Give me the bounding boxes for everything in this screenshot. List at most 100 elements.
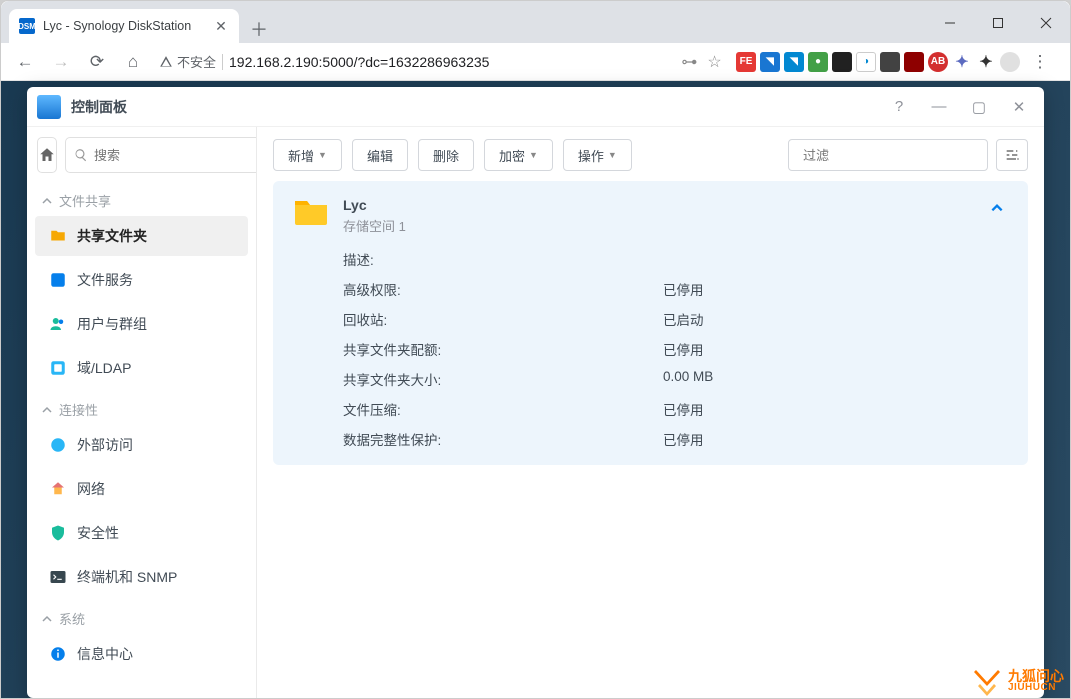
caret-down-icon: ▼ (318, 150, 327, 160)
sidebar-item-terminal-snmp[interactable]: 终端机和 SNMP (35, 557, 248, 597)
watermark-text-en: JIUHUCN (1008, 683, 1064, 693)
caret-down-icon: ▼ (529, 150, 538, 160)
back-button[interactable]: ← (9, 48, 41, 76)
page-viewport: 控制面板 ? — ▢ ✕ (1, 81, 1070, 698)
detail-value: 已停用 (663, 339, 1008, 359)
sidebar-home-button[interactable] (37, 137, 57, 173)
chevron-up-icon (41, 613, 53, 625)
extensions-menu-icon[interactable]: ✦ (976, 52, 996, 72)
search-icon (74, 148, 88, 162)
tab-title: Lyc - Synology DiskStation (43, 19, 205, 33)
close-window-button[interactable] (1026, 9, 1066, 37)
extension-icon[interactable]: AB (928, 52, 948, 72)
detail-label: 共享文件夹大小: (343, 369, 663, 389)
insecure-label: 不安全 (177, 52, 216, 71)
forward-button[interactable]: → (45, 48, 77, 76)
dsm-minimize-button[interactable]: — (924, 92, 954, 122)
dsm-maximize-button[interactable]: ▢ (964, 92, 994, 122)
help-button[interactable]: ? (884, 92, 914, 122)
extension-icon[interactable] (832, 52, 852, 72)
folder-icon (293, 197, 329, 227)
detail-value: 0.00 MB (663, 369, 1008, 389)
chevron-up-icon (41, 195, 53, 207)
extension-icon[interactable]: ◑ (856, 52, 876, 72)
extension-icon[interactable] (904, 52, 924, 72)
dsm-close-button[interactable]: ✕ (1004, 92, 1034, 122)
extension-icon[interactable]: ● (808, 52, 828, 72)
sidebar-item-users-groups[interactable]: 用户与群组 (35, 304, 248, 344)
users-icon (49, 315, 67, 333)
extension-icon[interactable] (880, 52, 900, 72)
file-service-icon (49, 271, 67, 289)
detail-value (663, 249, 1008, 269)
folder-volume: 存储空间 1 (343, 216, 972, 235)
sidebar-item-domain-ldap[interactable]: 域/LDAP (35, 348, 248, 388)
extension-icon[interactable]: ✦ (952, 52, 972, 72)
detail-label: 共享文件夹配额: (343, 339, 663, 359)
extension-icon[interactable]: ◥ (760, 52, 780, 72)
edit-button[interactable]: 编辑 (352, 139, 408, 171)
watermark-text-cn: 九狐问心 (1008, 669, 1064, 683)
sidebar-item-shared-folder[interactable]: 共享文件夹 (35, 216, 248, 256)
dsm-window: 控制面板 ? — ▢ ✕ (27, 87, 1044, 698)
browser-menu-button[interactable]: ⋮ (1024, 48, 1056, 76)
extension-icon[interactable]: ◥ (784, 52, 804, 72)
collapse-button[interactable] (986, 197, 1008, 222)
sidebar-item-info-center[interactable]: 信息中心 (35, 634, 248, 674)
folder-icon (49, 227, 67, 245)
detail-label: 高级权限: (343, 279, 663, 299)
new-button[interactable]: 新增▼ (273, 139, 342, 171)
url-box[interactable]: 不安全 192.168.2.190:5000/?dc=1632286963235 (153, 52, 673, 71)
sliders-icon (1004, 147, 1020, 163)
sidebar-section-connectivity[interactable]: 连接性 (27, 390, 256, 423)
reload-button[interactable]: ⟳ (81, 48, 113, 76)
folder-name: Lyc (343, 197, 972, 213)
maximize-button[interactable] (978, 9, 1018, 37)
domain-icon (49, 359, 67, 377)
filter-box[interactable] (788, 139, 988, 171)
globe-icon (49, 436, 67, 454)
sidebar-item-file-service[interactable]: 文件服务 (35, 260, 248, 300)
terminal-icon (49, 568, 67, 586)
watermark: 九狐问心 JIUHUCN (970, 666, 1064, 696)
folder-panel[interactable]: Lyc 存储空间 1 描述: 高级权限:已停用 回收站:已启动 共享文件夹配额: (273, 181, 1028, 465)
profile-avatar[interactable] (1000, 52, 1020, 72)
encrypt-button[interactable]: 加密▼ (484, 139, 553, 171)
key-icon[interactable]: ⊶ (681, 52, 697, 72)
sidebar-section-fileshare[interactable]: 文件共享 (27, 181, 256, 214)
separator (222, 54, 223, 70)
sidebar-item-network[interactable]: 网络 (35, 469, 248, 509)
dsm-body: 文件共享 共享文件夹 文件服务 用户与群组 (27, 127, 1044, 698)
info-icon (49, 645, 67, 663)
main-panel: 新增▼ 编辑 删除 加密▼ 操作▼ (257, 127, 1044, 698)
window-controls (930, 9, 1066, 37)
chevron-up-icon (990, 201, 1004, 215)
address-bar: ← → ⟳ ⌂ 不安全 192.168.2.190:5000/?dc=16322… (1, 43, 1070, 81)
home-button[interactable]: ⌂ (117, 48, 149, 76)
extension-icon[interactable]: FE (736, 52, 756, 72)
detail-value: 已停用 (663, 399, 1008, 419)
dsm-window-title: 控制面板 (71, 97, 874, 117)
sidebar-item-external-access[interactable]: 外部访问 (35, 425, 248, 465)
filter-input[interactable] (803, 148, 979, 163)
watermark-logo-icon (970, 666, 1004, 696)
delete-button[interactable]: 删除 (418, 139, 474, 171)
new-tab-button[interactable]: ＋ (245, 15, 273, 43)
minimize-button[interactable] (930, 9, 970, 37)
tab-close-button[interactable]: ✕ (213, 18, 229, 34)
tab-bar: DSM Lyc - Synology DiskStation ✕ ＋ (1, 1, 1070, 43)
bookmark-star-icon[interactable]: ☆ (707, 52, 721, 72)
sidebar: 文件共享 共享文件夹 文件服务 用户与群组 (27, 127, 257, 698)
action-button[interactable]: 操作▼ (563, 139, 632, 171)
search-input[interactable] (94, 148, 257, 163)
folder-details: 描述: 高级权限:已停用 回收站:已启动 共享文件夹配额:已停用 共享文件夹大小… (343, 249, 1008, 449)
caret-down-icon: ▼ (608, 150, 617, 160)
insecure-badge[interactable]: 不安全 (159, 52, 216, 71)
browser-tab[interactable]: DSM Lyc - Synology DiskStation ✕ (9, 9, 239, 43)
search-box[interactable] (65, 137, 257, 173)
settings-toggle-button[interactable] (996, 139, 1028, 171)
sidebar-item-security[interactable]: 安全性 (35, 513, 248, 553)
sidebar-section-system[interactable]: 系统 (27, 599, 256, 632)
detail-label: 回收站: (343, 309, 663, 329)
detail-label: 数据完整性保护: (343, 429, 663, 449)
